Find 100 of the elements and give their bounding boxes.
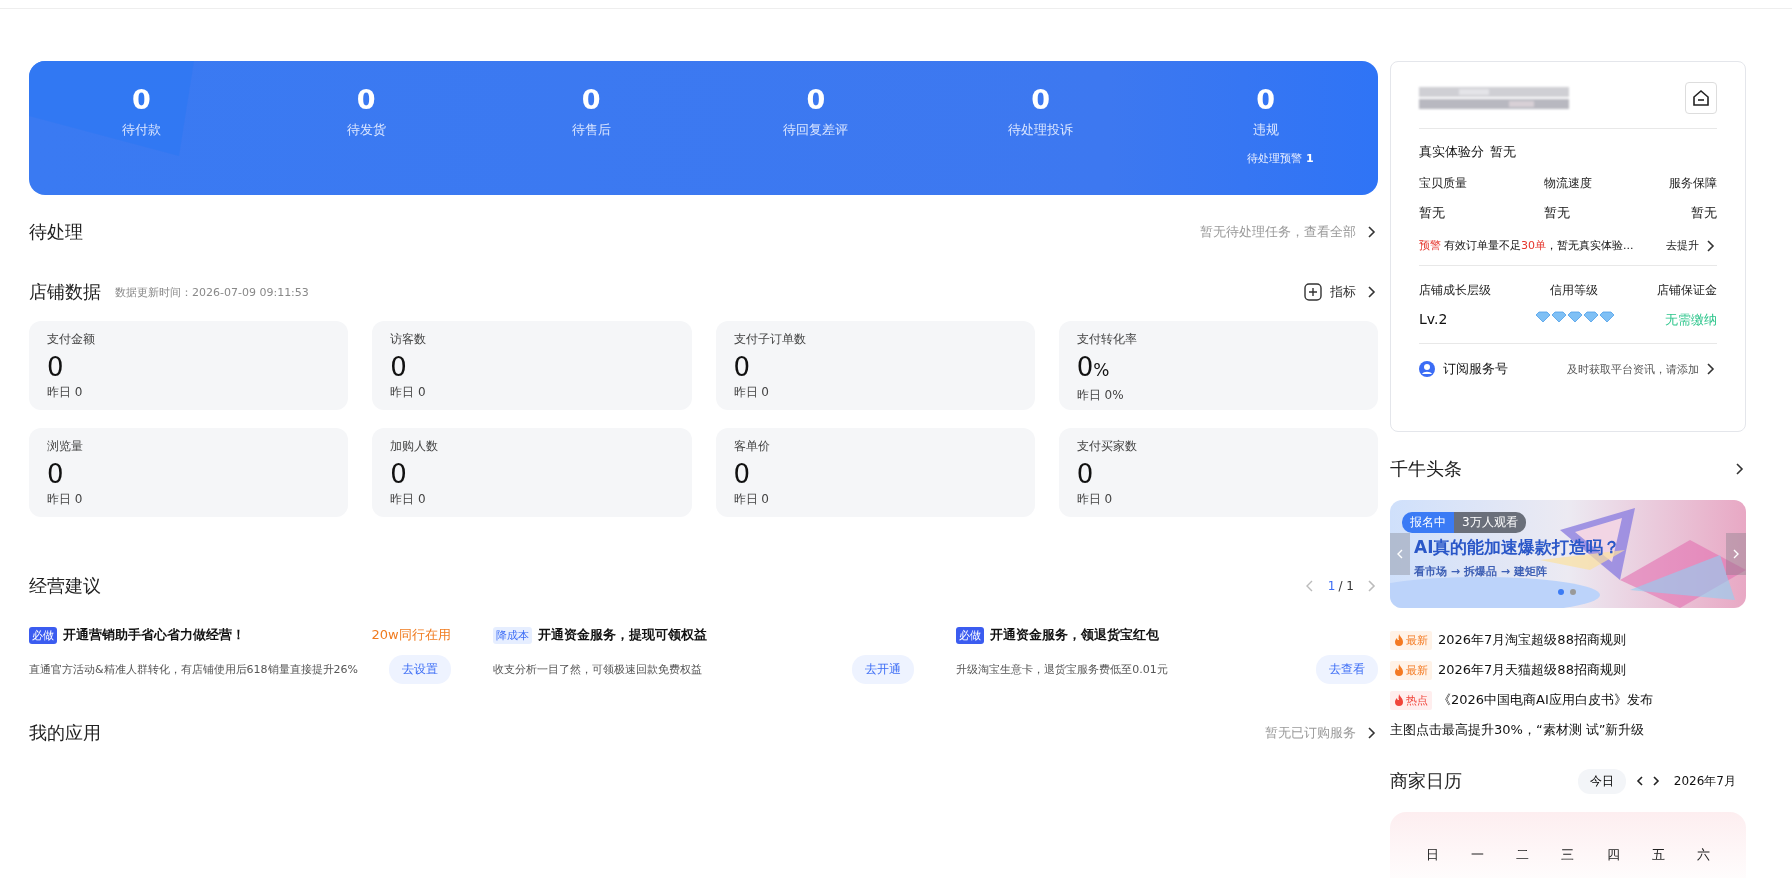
warning-count[interactable]: 待处理预警 1	[1247, 151, 1314, 166]
page-current: 1	[1327, 579, 1336, 593]
user-icon	[1419, 361, 1435, 377]
yesterday-value: 昨日 0	[390, 384, 427, 401]
page-total: / 1	[1338, 579, 1354, 593]
section-title: 我的应用	[29, 721, 101, 745]
yesterday-value: 昨日 0%	[1076, 387, 1125, 404]
metric-label: 浏览量	[47, 438, 84, 455]
news-link[interactable]: 《2026中国电商AI应用白皮书》发布	[1438, 691, 1653, 709]
weekday-label: 日	[1426, 846, 1440, 862]
suggestion-description: 直通官方活动&精准人群转化，有店铺使用后618销量直接提升26%	[29, 662, 359, 677]
metric-card[interactable]: 支付金额 0 昨日 0	[29, 321, 349, 410]
metrics-link[interactable]: 指标	[1330, 283, 1356, 301]
weekday-label: 一	[1471, 846, 1485, 862]
metric-value: 0	[733, 352, 751, 382]
metric-card[interactable]: 浏览量 0 昨日 0	[29, 428, 349, 517]
metric-card[interactable]: 支付转化率 0% 昨日 0%	[1058, 321, 1378, 410]
section-title: 店铺数据	[29, 280, 101, 304]
section-title: 经营建议	[29, 574, 101, 598]
yesterday-value: 昨日 0	[47, 491, 84, 508]
stat-value[interactable]: 0	[1031, 85, 1051, 115]
metric-card[interactable]: 客单价 0 昨日 0	[715, 428, 1035, 517]
stat-value[interactable]: 0	[356, 85, 376, 115]
stat-label: 待售后	[571, 121, 611, 139]
carousel-dot[interactable]	[1570, 589, 1576, 595]
warning-label: 预警	[1419, 238, 1441, 253]
suggestion-description: 收支分析一目了然，可领极速回款免费权益	[492, 662, 702, 677]
chevron-right-icon[interactable]	[1651, 776, 1660, 786]
level-label: 店铺保证金	[1657, 282, 1717, 299]
chevron-right-icon[interactable]	[1734, 463, 1744, 475]
improve-link[interactable]: 去提升	[1666, 238, 1699, 253]
news-link[interactable]: 主图点击最高提升30%，“素材测 试”新升级	[1390, 721, 1645, 739]
weekday-label: 六	[1696, 846, 1710, 862]
update-time: 数据更新时间：2026-07-09 09:11:53	[115, 284, 309, 300]
score-label: 真实体验分	[1419, 143, 1484, 161]
chevron-right-icon[interactable]	[1366, 226, 1376, 238]
tag: 降成本	[492, 626, 532, 644]
metric-value: 0	[390, 352, 407, 382]
metric-card[interactable]: 访客数 0 昨日 0	[372, 321, 692, 410]
metric-card[interactable]: 加购人数 0 昨日 0	[372, 428, 692, 517]
banner-subtitle: 看市场 → 拆爆品 → 建矩阵	[1414, 564, 1547, 579]
action-button[interactable]: 去开通	[852, 655, 915, 684]
action-button[interactable]: 去设置	[388, 655, 451, 684]
highlight-text: 20w同行在用	[371, 626, 451, 644]
metric-value: 0	[1076, 352, 1094, 382]
chevron-right-icon	[1732, 549, 1740, 559]
chevron-left-icon[interactable]	[1635, 776, 1644, 786]
stat-value[interactable]: 0	[806, 85, 826, 115]
warning-text: 有效订单量不足30单，暂无真实体验...	[1444, 238, 1634, 253]
tag-text: 最新	[1406, 632, 1428, 648]
subscribe-link[interactable]: 及时获取平台资讯，请添加	[1567, 361, 1699, 377]
diamond-icon	[1566, 311, 1582, 323]
weekday-label: 二	[1516, 846, 1530, 862]
stat-label: 待付款	[121, 121, 161, 139]
yesterday-value: 昨日 0	[47, 384, 84, 401]
diamond-icon	[1534, 311, 1550, 323]
add-icon[interactable]	[1304, 283, 1322, 301]
chevron-right-icon[interactable]	[1366, 286, 1376, 298]
weekday-label: 三	[1561, 846, 1575, 862]
stat-label: 待处理投诉	[1008, 121, 1074, 139]
status-badge: 报名中	[1402, 512, 1454, 533]
news-link[interactable]: 2026年7月淘宝超级88招商规则	[1438, 631, 1626, 649]
blurred-name-icon	[1419, 85, 1569, 111]
score-value: 暂无	[1691, 204, 1717, 222]
score-label: 宝贝质量	[1419, 175, 1467, 192]
banner-decoration-icon	[29, 61, 194, 156]
chevron-right-icon[interactable]	[1705, 239, 1715, 252]
carousel-dot[interactable]	[1558, 589, 1564, 595]
home-button[interactable]	[1685, 82, 1717, 114]
banner-headline: AI真的能加速爆款打造吗？	[1414, 536, 1621, 559]
stat-value[interactable]: 0	[1256, 85, 1275, 115]
score-value: 暂无	[1490, 143, 1516, 161]
level-value: Lv.2	[1419, 311, 1449, 327]
home-icon	[1692, 89, 1710, 107]
score-value: 暂无	[1419, 204, 1446, 222]
tag: 必做	[956, 626, 985, 644]
metric-value: 0	[1076, 459, 1094, 489]
stat-label: 违规	[1252, 121, 1279, 139]
metric-value: 0	[390, 459, 407, 489]
weekday-label: 四	[1606, 846, 1620, 862]
score-label: 服务保障	[1669, 175, 1717, 192]
metric-label: 支付子订单数	[733, 331, 807, 348]
subscribe-label: 订阅服务号	[1443, 360, 1508, 378]
level-value: 无需缴纳	[1665, 311, 1717, 329]
chevron-right-icon[interactable]	[1705, 363, 1715, 375]
metric-value: 0	[733, 459, 751, 489]
yesterday-value: 昨日 0	[390, 491, 427, 508]
chevron-right-icon[interactable]	[1366, 727, 1376, 739]
metric-card[interactable]: 支付买家数 0 昨日 0	[1058, 428, 1378, 517]
today-button[interactable]: 今日	[1577, 768, 1626, 794]
metric-value: 0	[47, 352, 64, 382]
stat-label: 待回复差评	[783, 121, 849, 139]
stat-value[interactable]: 0	[132, 85, 151, 115]
stat-value[interactable]: 0	[581, 85, 601, 115]
metric-card[interactable]: 支付子订单数 0 昨日 0	[715, 321, 1035, 410]
flame-icon	[1394, 634, 1403, 646]
action-button[interactable]: 去查看	[1316, 655, 1378, 684]
news-link[interactable]: 2026年7月天猫超级88招商规则	[1438, 661, 1626, 679]
section-title: 商家日历	[1390, 769, 1462, 793]
viewer-count: 3万人观看	[1454, 512, 1526, 533]
